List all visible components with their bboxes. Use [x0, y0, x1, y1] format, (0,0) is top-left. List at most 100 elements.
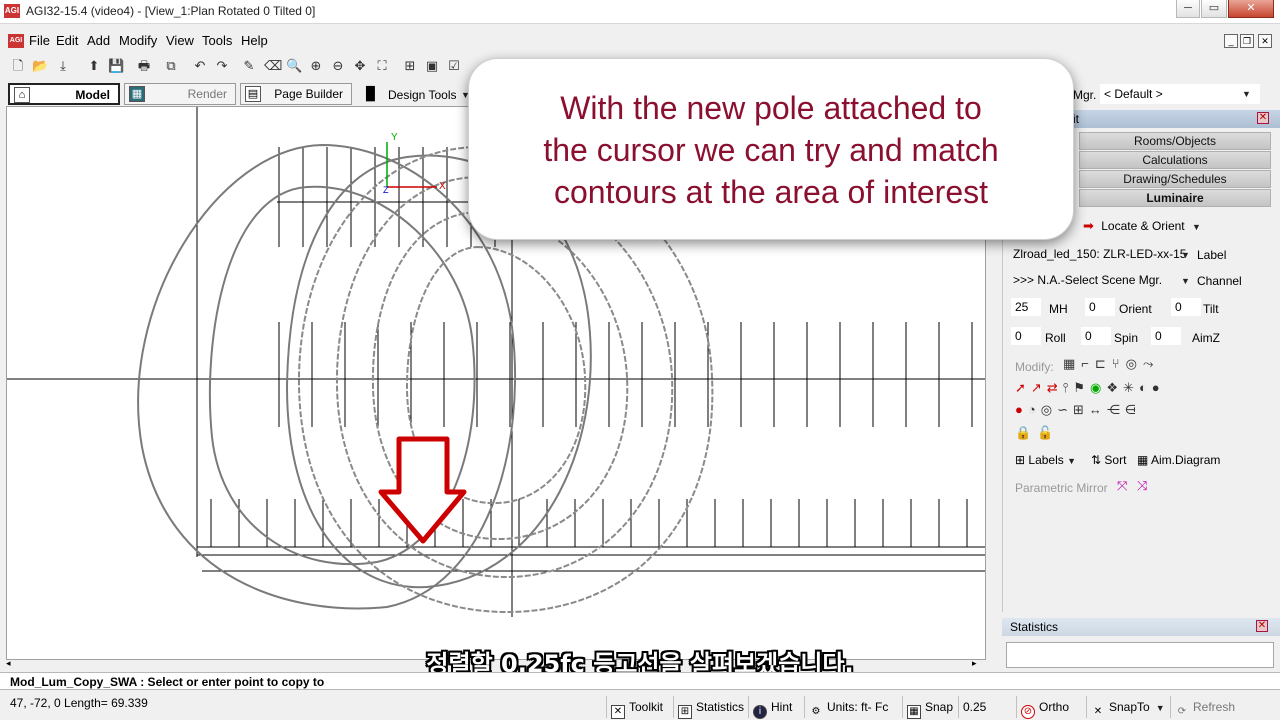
place-icon[interactable]: ⊏ — [1095, 356, 1112, 371]
open-folder-icon[interactable]: 📂 — [32, 58, 48, 74]
aimz-input[interactable]: 0 — [1151, 327, 1181, 345]
statistics-toggle[interactable]: ⊞ Statistics — [673, 696, 747, 719]
mdi-close-icon[interactable]: ✕ — [1258, 34, 1272, 48]
mh-input[interactable]: 25 — [1011, 298, 1041, 316]
array-icon[interactable]: ▦ — [1063, 356, 1081, 371]
dots-icon[interactable]: ● — [1152, 380, 1165, 395]
sort-button[interactable]: ⇅ Sort — [1091, 453, 1126, 467]
locate-orient-button[interactable]: ➡ Locate & Orient ▼ — [1083, 218, 1201, 234]
contrast-icon[interactable]: ◐ — [1139, 380, 1152, 395]
branch-icon[interactable]: ⑂ — [1112, 356, 1126, 371]
rotate-icon[interactable]: ↗ — [1031, 380, 1047, 395]
label-toggle[interactable]: Label — [1197, 248, 1226, 262]
eraser-icon[interactable]: ⌫ — [264, 58, 282, 74]
pan-icon[interactable]: ✥ — [352, 58, 368, 74]
tab-page-builder[interactable]: ▤ Page Builder — [240, 83, 352, 105]
zoom-out-icon[interactable]: ⊖ — [330, 58, 346, 74]
modify-tools-row3[interactable]: ●◔◎∽⊞↔⋲⋳ — [1015, 402, 1277, 418]
view-icon[interactable]: ⊞ — [402, 58, 418, 74]
section-rooms-objects[interactable]: Rooms/Objects — [1079, 132, 1271, 150]
roll-input[interactable]: 0 — [1011, 327, 1041, 345]
tab-render[interactable]: ▦ Render — [124, 83, 236, 105]
curve-icon[interactable]: ∽ — [1057, 402, 1073, 417]
doc-icon[interactable]: AGI — [8, 34, 24, 48]
snap-toggle[interactable]: ▦ Snap — [902, 696, 958, 719]
bulb-icon[interactable]: ◔ — [1028, 402, 1041, 417]
aim-arrow-icon[interactable]: ➚ — [1015, 380, 1031, 395]
lock-icon[interactable]: 🔒 — [1015, 425, 1037, 440]
snapto-toggle[interactable]: ✕ SnapTo ▼ — [1086, 696, 1168, 718]
menu-view[interactable]: View — [166, 33, 194, 48]
undo-icon[interactable]: ↶ — [192, 58, 208, 74]
section-luminaire[interactable]: Luminaire — [1079, 189, 1271, 207]
check-icon[interactable]: ☑ — [446, 58, 462, 74]
render-icon[interactable]: ▣ — [424, 58, 440, 74]
zoom-extents-icon[interactable]: ⛶ — [374, 58, 390, 74]
close-icon[interactable]: ✕ — [1257, 112, 1269, 124]
zoom-icon[interactable]: 🔍 — [286, 58, 302, 74]
units-toggle[interactable]: ⚙ Units: ft- Fc — [804, 696, 900, 718]
group-icon[interactable]: ❖ — [1106, 380, 1123, 395]
spin-label: Spin — [1114, 331, 1139, 345]
download-icon[interactable]: ⤓ — [55, 58, 71, 74]
minimize-button[interactable]: ─ — [1176, 0, 1200, 18]
labels-button[interactable]: ⊞ Labels ▼ — [1015, 453, 1076, 467]
point-icon[interactable]: ● — [1015, 402, 1028, 417]
zoom-in-icon[interactable]: ⊕ — [308, 58, 324, 74]
modify-tools-row1[interactable]: ▦⌐⊏⑂◎⤳ — [1063, 356, 1273, 372]
align-icon[interactable]: ⌐ — [1081, 356, 1095, 371]
scene-manager-select[interactable]: >>> N.A.-Select Scene Mgr. ▼ — [1009, 270, 1191, 290]
fan-icon[interactable]: ⋲ — [1107, 402, 1125, 417]
menu-help[interactable]: Help — [241, 33, 268, 48]
lock-tools[interactable]: 🔒🔓 — [1015, 425, 1059, 441]
menu-edit[interactable]: Edit — [56, 33, 78, 48]
globe-icon[interactable]: ◉ — [1090, 380, 1106, 395]
tab-model[interactable]: ⌂ Model — [8, 83, 120, 105]
print-icon[interactable]: 🖶 — [136, 58, 152, 74]
split-icon[interactable]: ⋳ — [1125, 402, 1141, 417]
pole-icon[interactable]: ⫯ — [1063, 380, 1074, 395]
hint-toggle[interactable]: i Hint — [748, 696, 802, 719]
mdi-minimize-icon[interactable]: _ — [1224, 34, 1238, 48]
line-icon[interactable]: ↔ — [1089, 402, 1107, 417]
menu-file[interactable]: File — [29, 33, 50, 48]
swap-icon[interactable]: ⇄ — [1047, 380, 1063, 395]
spiral-icon[interactable]: ◎ — [1041, 402, 1057, 417]
design-tools-menu[interactable]: Design Tools — [388, 88, 456, 102]
grid-select-icon[interactable]: ⊞ — [1073, 402, 1089, 417]
toolkit-toggle[interactable]: ✕ Toolkit — [606, 696, 672, 719]
section-drawing-schedules[interactable]: Drawing/Schedules — [1079, 170, 1271, 188]
save-icon[interactable]: 💾 — [108, 58, 124, 74]
new-file-icon[interactable]: 🗋 — [10, 58, 26, 74]
menu-add[interactable]: Add — [87, 33, 110, 48]
unlock-icon[interactable]: 🔓 — [1037, 425, 1059, 440]
luminaire-type-select[interactable]: Zlroad_led_150: ZLR-LED-xx-15 ▼ — [1009, 244, 1191, 264]
target-icon[interactable]: ◎ — [1126, 356, 1143, 371]
close-button[interactable]: ✕ — [1228, 0, 1274, 18]
refresh-button[interactable]: ⟳ Refresh — [1170, 696, 1274, 718]
redo-icon[interactable]: ↷ — [214, 58, 230, 74]
mdi-restore-icon[interactable]: ❐ — [1240, 34, 1254, 48]
spin-input[interactable]: 0 — [1081, 327, 1111, 345]
maximize-button[interactable]: ▭ — [1201, 0, 1227, 18]
menu-modify[interactable]: Modify — [119, 33, 157, 48]
upload-icon[interactable]: ⬆ — [86, 58, 102, 74]
modify-tools-row2[interactable]: ➚↗⇄⫯⚑◉❖✳◐● — [1015, 380, 1277, 396]
mirror-icon[interactable]: ⤧ — [1117, 478, 1127, 494]
menu-tools[interactable]: Tools — [202, 33, 232, 48]
copy-icon[interactable]: ⧉ — [163, 58, 179, 74]
snap-value-input[interactable]: 0.25 — [958, 696, 1012, 718]
aim-diagram-button[interactable]: ▦ Aim.Diagram — [1137, 453, 1220, 467]
orient-input[interactable]: 0 — [1085, 298, 1115, 316]
lighting-icon[interactable]: ✳ — [1123, 380, 1139, 395]
close-icon[interactable]: ✕ — [1256, 620, 1268, 632]
flag-icon[interactable]: ⚑ — [1073, 380, 1090, 395]
tilt-input[interactable]: 0 — [1171, 298, 1201, 316]
ortho-toggle[interactable]: ⊘ Ortho — [1016, 696, 1084, 719]
svg-text:X: X — [439, 181, 446, 192]
manager-select[interactable]: < Default > ▼ — [1100, 84, 1260, 104]
route-icon[interactable]: ⤳ — [1143, 356, 1159, 371]
mirror-options-icon[interactable]: ⤨ — [1137, 478, 1147, 494]
section-calculations[interactable]: Calculations — [1079, 151, 1271, 169]
pencil-icon[interactable]: ✎ — [241, 58, 257, 74]
